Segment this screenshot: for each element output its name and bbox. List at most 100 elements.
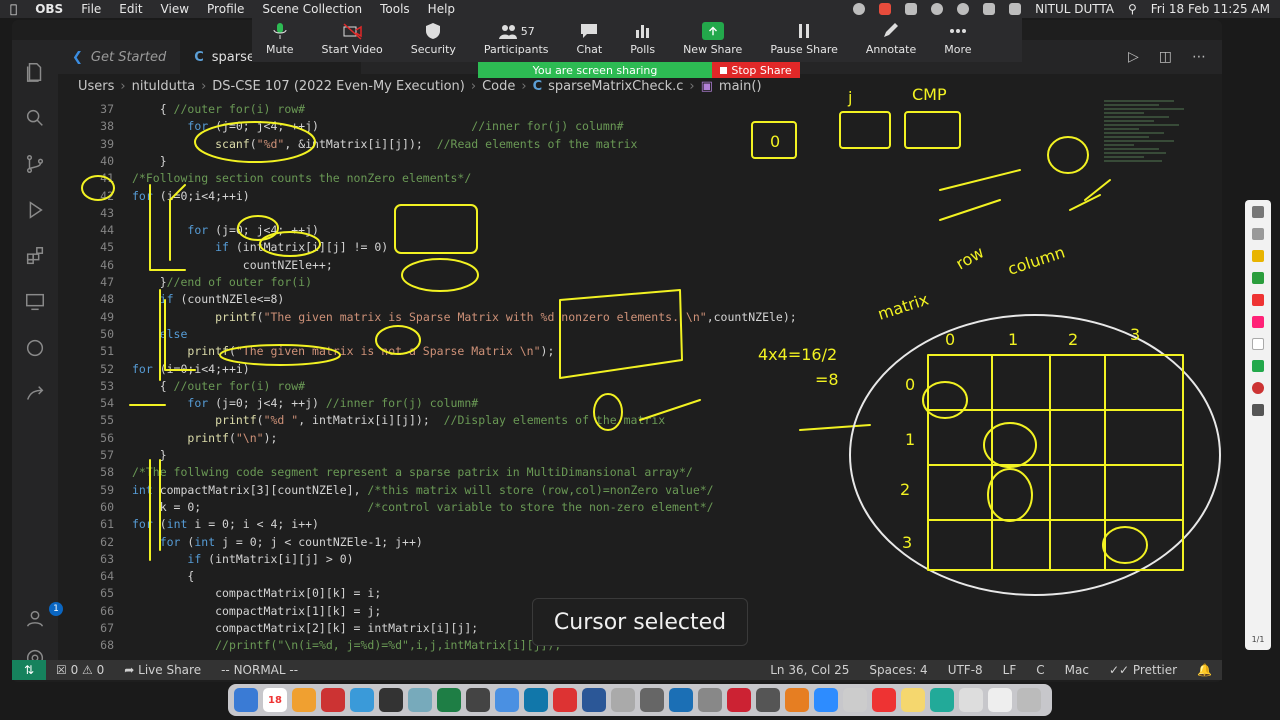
obs-icon[interactable] <box>466 688 490 712</box>
split-editor-icon[interactable]: ◫ <box>1159 49 1172 65</box>
os-config[interactable]: Mac <box>1055 663 1099 677</box>
window-tray-icon[interactable] <box>905 3 918 15</box>
vscode-dock-icon[interactable] <box>669 688 693 712</box>
trash-icon[interactable] <box>1252 404 1264 416</box>
photos-icon[interactable] <box>292 688 316 712</box>
pen-tool-icon[interactable] <box>1252 250 1264 262</box>
language-mode[interactable]: C <box>1026 663 1054 677</box>
code-line[interactable]: 38 for (j=0; j<4; ++j) //inner for(j) co… <box>58 119 623 136</box>
breadcrumb-project[interactable]: DS-CSE 107 (2022 Even-My Execution) <box>212 79 465 94</box>
breadcrumb-function[interactable]: main() <box>719 79 762 94</box>
security-button[interactable]: Security <box>397 22 470 56</box>
menu-help[interactable]: Help <box>428 2 455 16</box>
archive-icon[interactable] <box>611 688 635 712</box>
run-debug-icon[interactable] <box>23 198 47 222</box>
tab-get-started[interactable]: ❮ Get Started <box>58 40 180 74</box>
menu-view[interactable]: View <box>161 2 189 16</box>
breadcrumb-user[interactable]: nituldutta <box>132 79 195 94</box>
live-share-status[interactable]: ➦ Live Share <box>114 663 211 677</box>
info-tray-icon[interactable] <box>931 3 944 15</box>
code-line[interactable]: 66 compactMatrix[1][k] = j; <box>58 604 381 621</box>
run-file-icon[interactable]: ▷ <box>1128 49 1139 65</box>
window-thumb-icon[interactable] <box>959 688 983 712</box>
network-icon[interactable] <box>640 688 664 712</box>
code-line[interactable]: 54 for (j=0; j<4; ++j) //inner for(j) co… <box>58 396 478 413</box>
menu-app-name[interactable]: OBS <box>35 2 63 16</box>
code-line[interactable]: 59 int compactMatrix[3][countNZEle], /*th… <box>58 483 713 500</box>
bluetooth-tray-icon[interactable] <box>983 3 996 15</box>
facetime-icon[interactable] <box>930 688 954 712</box>
notifications-bell-icon[interactable]: 🔔 <box>1187 663 1222 677</box>
record-tray-icon[interactable] <box>879 3 892 15</box>
record-dot-icon[interactable] <box>1252 382 1264 394</box>
problems-status[interactable]: ☒ 0 ⚠ 0 <box>46 663 114 677</box>
eraser-tool-icon[interactable] <box>1252 316 1264 328</box>
menu-scene-collection[interactable]: Scene Collection <box>262 2 362 16</box>
highlighter-tool-icon[interactable] <box>1252 360 1264 372</box>
code-line[interactable]: 55 printf("%d ", intMatrix[i][j]); //Dis… <box>58 413 665 430</box>
apple-icon[interactable]:  <box>10 2 17 16</box>
indentation[interactable]: Spaces: 4 <box>859 663 937 677</box>
code-line[interactable]: 44 for (j=0; j<4; ++j) <box>58 223 319 240</box>
code-line[interactable]: 65 compactMatrix[0][k] = i; <box>58 586 381 603</box>
menu-file[interactable]: File <box>81 2 101 16</box>
finder-icon[interactable] <box>234 688 258 712</box>
code-line[interactable]: 46 countNZEle++; <box>58 258 333 275</box>
system-prefs-icon[interactable] <box>756 688 780 712</box>
end-of-line[interactable]: LF <box>993 663 1027 677</box>
accounts-icon[interactable]: 1 <box>23 602 63 630</box>
code-line[interactable]: 64 { <box>58 569 194 586</box>
code-line[interactable]: 48 if (countNZEle<=8) <box>58 292 284 309</box>
firefox-icon[interactable] <box>785 688 809 712</box>
shape-tool-icon[interactable] <box>1252 228 1264 240</box>
editor-icon[interactable] <box>698 688 722 712</box>
search-tray-icon[interactable]: ⚲ <box>1128 2 1137 16</box>
code-line[interactable]: 53 { //outer for(i) row# <box>58 379 305 396</box>
code-line[interactable]: 42 for (i=0;i<4;++i) <box>58 189 250 206</box>
cursor-position[interactable]: Ln 36, Col 25 <box>760 663 859 677</box>
code-line[interactable]: 67 compactMatrix[2][k] = intMatrix[i][j]… <box>58 621 478 638</box>
remote-indicator-icon[interactable]: ⇅ <box>12 660 46 680</box>
code-line[interactable]: 57 } <box>58 448 166 465</box>
participants-button[interactable]: 57 Participants <box>470 22 563 57</box>
code-line[interactable]: 63 if (intMatrix[i][j] > 0) <box>58 552 353 569</box>
headphones-tray-icon[interactable] <box>957 3 970 15</box>
terminal-icon[interactable] <box>379 688 403 712</box>
new-share-button[interactable]: New Share <box>669 22 756 56</box>
word-icon[interactable] <box>582 688 606 712</box>
notes-icon[interactable] <box>901 688 925 712</box>
polls-button[interactable]: Polls <box>616 22 669 56</box>
explorer-icon[interactable] <box>23 60 47 84</box>
calendar-icon[interactable]: 18 <box>263 688 287 712</box>
red-color-icon[interactable] <box>1252 294 1264 306</box>
preview-icon[interactable] <box>408 688 432 712</box>
mute-button[interactable]: Mute <box>252 22 308 56</box>
wifi-tray-icon[interactable] <box>1009 3 1022 15</box>
code-line[interactable]: 61 for (int i = 0; i < 4; i++) <box>58 517 319 534</box>
breadcrumb-code[interactable]: Code <box>482 79 515 94</box>
green-color-icon[interactable] <box>1252 272 1264 284</box>
code-line[interactable]: 47 }//end of outer for(i) <box>58 275 312 292</box>
excel-icon[interactable] <box>437 688 461 712</box>
code-line[interactable]: 37 { //outer for(i) row# <box>58 102 305 119</box>
menu-edit[interactable]: Edit <box>119 2 142 16</box>
remote-explorer-icon[interactable] <box>23 290 47 314</box>
extensions-icon[interactable] <box>23 244 47 268</box>
search-icon[interactable] <box>23 106 47 130</box>
chrome-icon[interactable] <box>495 688 519 712</box>
code-editor[interactable]: 37 { //outer for(i) row# 38 for (j=0; j<4… <box>58 100 1098 666</box>
github-icon[interactable] <box>23 336 47 360</box>
more-actions-icon[interactable]: ⋯ <box>1192 49 1206 65</box>
code-line[interactable]: 52 for (i=0;i<4;++i) <box>58 362 250 379</box>
music-icon[interactable] <box>872 688 896 712</box>
window-thumb-2-icon[interactable] <box>988 688 1012 712</box>
code-line[interactable]: 62 for (int j = 0; j < countNZEle-1; j++… <box>58 535 423 552</box>
menu-profile[interactable]: Profile <box>207 2 244 16</box>
select-tool-icon[interactable] <box>1252 206 1264 218</box>
user-name[interactable]: NITUL DUTTA <box>1035 2 1114 16</box>
source-control-icon[interactable] <box>23 152 47 176</box>
code-line[interactable]: 39 scanf("%d", &intMatrix[i][j]); //Read… <box>58 137 637 154</box>
code-line[interactable]: 49 printf("The given matrix is Sparse Ma… <box>58 310 797 327</box>
start-video-button[interactable]: Start Video <box>308 22 397 56</box>
skype-icon[interactable] <box>524 688 548 712</box>
